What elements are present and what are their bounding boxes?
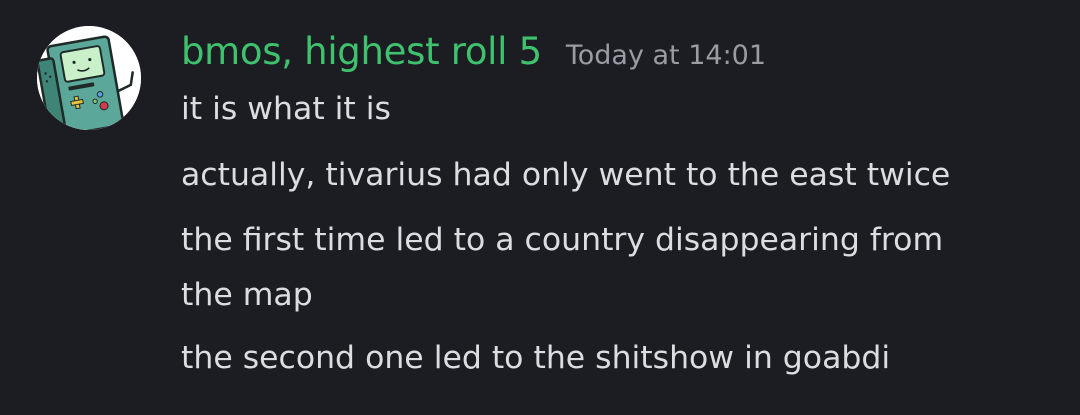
- message-header: bmos, highest roll 5 Today at 14:01: [181, 30, 766, 80]
- message-line: actually, tivarius had only went to the …: [181, 157, 951, 193]
- message-line: the second one led to the shitshow in go…: [181, 340, 891, 376]
- bmo-avatar-icon[interactable]: [37, 26, 141, 130]
- message-timestamp[interactable]: Today at 14:01: [566, 40, 766, 71]
- author-name[interactable]: bmos, highest roll 5: [181, 30, 542, 73]
- message-line: it is what it is: [181, 91, 391, 127]
- chat-message: bmos, highest roll 5 Today at 14:01 it i…: [0, 0, 1080, 415]
- message-line: the map: [181, 277, 313, 313]
- message-line: the first time led to a country disappea…: [181, 222, 944, 258]
